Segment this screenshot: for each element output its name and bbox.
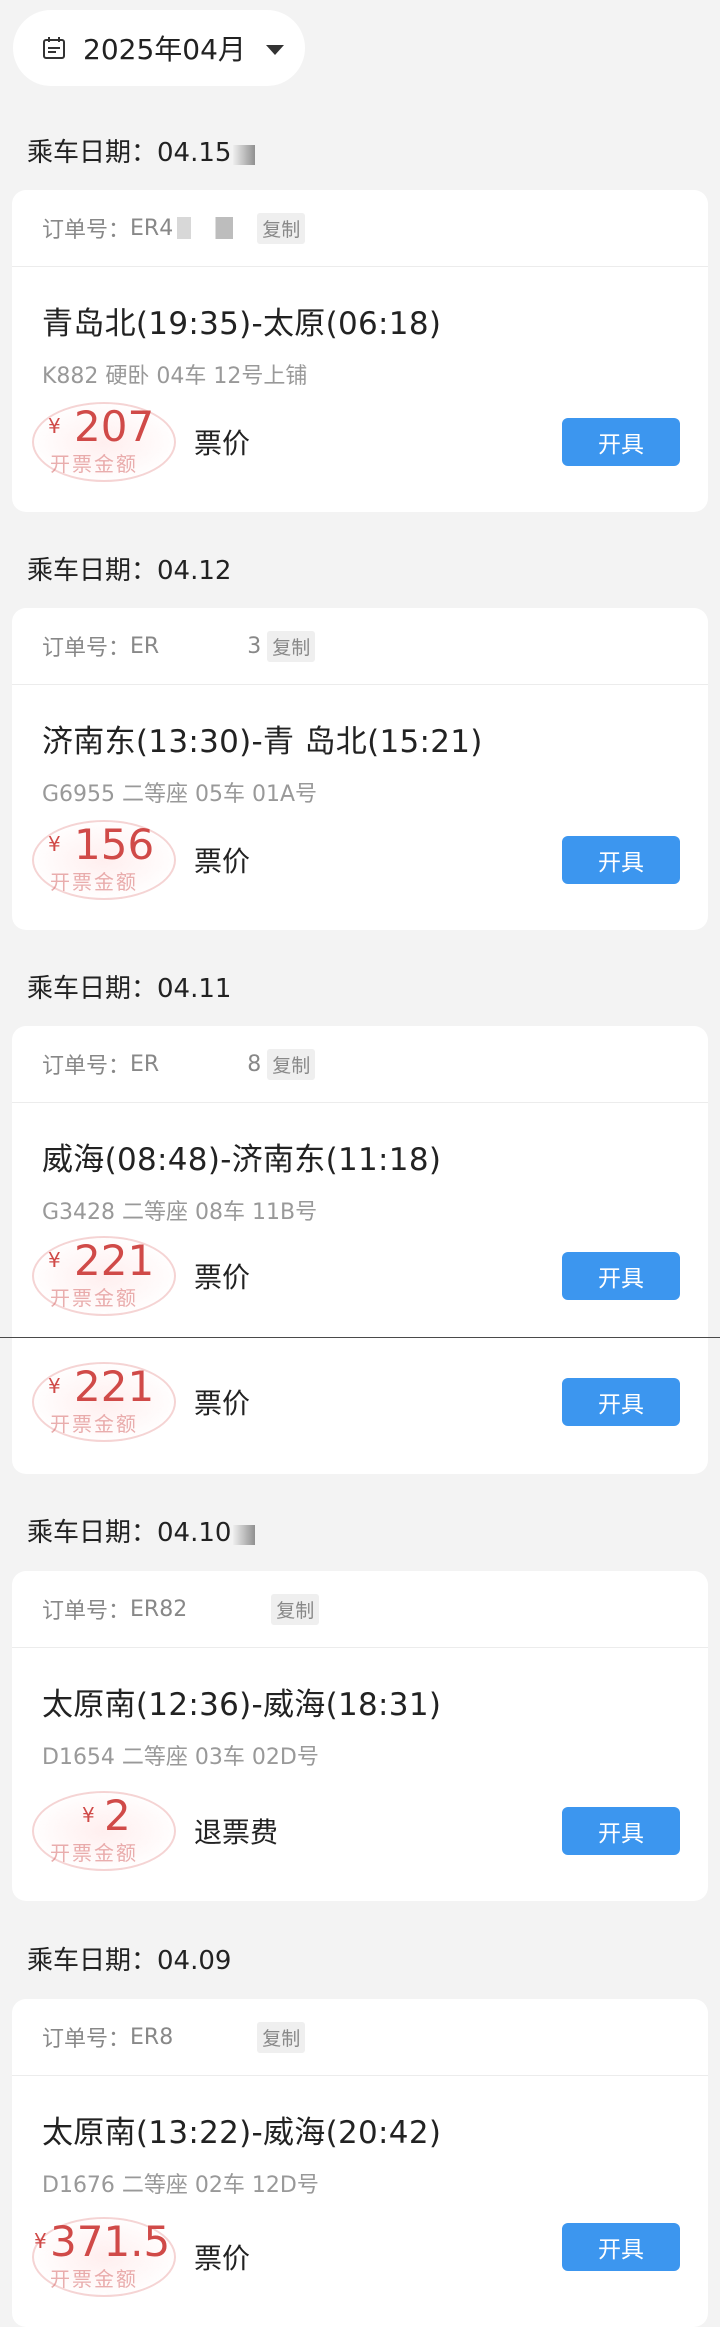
issue-invoice-button[interactable]: 开具	[562, 418, 680, 466]
train-info: K882 硬卧 04车 12号上铺	[42, 364, 308, 389]
train-info: G3428 二等座 08车 11B号	[42, 1200, 318, 1225]
ride-date: 04.10	[157, 1518, 232, 1548]
copy-button[interactable]: 复制	[257, 212, 306, 244]
issue-invoice-button[interactable]: 开具	[562, 1252, 680, 1300]
ticket-card: 订单号： ER82 复制 太原南(12:36)-威海(18:31) D1654 …	[12, 1571, 708, 1901]
invoice-amount: 2	[104, 1791, 131, 1840]
redacted-order-number	[163, 635, 244, 657]
fee-type: 票价	[194, 2242, 251, 2275]
stamp-label: 开票金额	[50, 1841, 138, 1865]
yen-symbol: ¥	[48, 1248, 61, 1272]
ride-date: 04.12	[157, 556, 232, 586]
order-number: ER	[130, 633, 160, 659]
month-picker[interactable]: 2025年04月	[13, 10, 305, 86]
month-label: 2025年04月	[83, 33, 246, 66]
stamp-label: 开票金额	[50, 1412, 138, 1436]
invoice-amount: 221	[74, 1362, 155, 1411]
issue-invoice-button[interactable]: 开具	[562, 836, 680, 884]
invoice-amount: 221	[74, 1236, 155, 1285]
invoice-amount-stamp: ¥ 371.5 开票金额	[32, 2217, 176, 2297]
divider	[0, 1337, 720, 1338]
ticket-card: 订单号： ER 3 复制 济南东(13:30)-青 岛北(15:21) G695…	[12, 608, 708, 930]
route: 青岛北(19:35)-太原(06:18)	[42, 306, 442, 342]
redacted-order-number	[163, 1053, 244, 1075]
invoice-amount: 371.5	[50, 2217, 171, 2266]
yen-symbol: ¥	[34, 2229, 47, 2253]
order-label: 订单号：	[42, 1054, 131, 1079]
invoice-amount-stamp: ¥ 221 开票金额	[32, 1236, 176, 1316]
ticket-card: 订单号： ER 8 复制 威海(08:48)-济南东(11:18) G3428 …	[12, 1026, 708, 1474]
ride-date: 04.15	[157, 138, 232, 168]
copy-button[interactable]: 复制	[267, 1048, 316, 1080]
yen-symbol: ¥	[48, 832, 61, 856]
fee-type: 退票费	[194, 1816, 279, 1849]
fee-type: 票价	[194, 427, 251, 460]
issue-invoice-button[interactable]: 开具	[562, 1807, 680, 1855]
order-label: 订单号：	[42, 636, 131, 661]
ticket-card: 订单号： ER8 复制 太原南(13:22)-威海(20:42) D1676 二…	[12, 1999, 708, 2327]
invoice-amount-stamp: ¥ 156 开票金额	[32, 820, 176, 900]
order-row: 订单号： ER4 复制	[12, 190, 708, 267]
order-row: 订单号： ER8 复制	[12, 1999, 708, 2076]
order-label: 订单号：	[42, 218, 131, 243]
order-number: ER	[130, 1051, 160, 1077]
yen-symbol: ¥	[82, 1803, 95, 1827]
order-label: 订单号：	[42, 1599, 131, 1624]
stamp-label: 开票金额	[50, 1286, 138, 1310]
ride-date-header: 乘车日期：04.12	[27, 556, 232, 586]
order-row: 订单号： ER 8 复制	[12, 1026, 708, 1103]
redacted-order-number	[191, 1598, 262, 1620]
route: 济南东(13:30)-青 岛北(15:21)	[42, 724, 483, 760]
redacted-order-number	[177, 2026, 248, 2048]
copy-button[interactable]: 复制	[267, 630, 316, 662]
yen-symbol: ¥	[48, 1374, 61, 1398]
order-number-tail: 8	[247, 1051, 262, 1077]
stamp-label: 开票金额	[50, 870, 138, 894]
yen-symbol: ¥	[48, 414, 61, 438]
order-row: 订单号： ER82 复制	[12, 1571, 708, 1648]
redacted-order-number	[177, 217, 248, 239]
order-label: 订单号：	[42, 2027, 131, 2052]
ticket-card: 订单号： ER4 复制 青岛北(19:35)-太原(06:18) K882 硬卧…	[12, 190, 708, 512]
train-info: D1676 二等座 02车 12D号	[42, 2173, 319, 2198]
invoice-amount-stamp: ¥ 2 开票金额	[32, 1791, 176, 1871]
invoice-amount-stamp: ¥ 221 开票金额	[32, 1362, 176, 1442]
fee-type: 票价	[194, 845, 251, 878]
fee-type: 票价	[194, 1387, 251, 1420]
ride-date-header: 乘车日期：04.09	[27, 1946, 232, 1976]
invoice-list-page: 2025年04月 乘车日期：04.15 订单号： ER4 复制 青岛北(19:3…	[0, 0, 720, 2327]
copy-button[interactable]: 复制	[271, 1593, 320, 1625]
caret-down-icon	[265, 45, 284, 55]
invoice-amount: 207	[74, 402, 155, 451]
invoice-amount: 156	[74, 820, 155, 869]
train-info: G6955 二等座 05车 01A号	[42, 782, 318, 807]
ride-date-header: 乘车日期：04.10	[27, 1512, 256, 1549]
calendar-icon	[43, 37, 65, 59]
order-number: ER8	[130, 2024, 174, 2050]
ride-date: 04.09	[157, 1946, 232, 1976]
issue-invoice-button[interactable]: 开具	[562, 2223, 680, 2271]
ride-date: 04.11	[157, 974, 232, 1004]
stamp-label: 开票金额	[50, 2267, 138, 2291]
copy-button[interactable]: 复制	[257, 2021, 306, 2053]
route: 太原南(13:22)-威海(20:42)	[42, 2115, 442, 2151]
stamp-label: 开票金额	[50, 452, 138, 476]
order-number: ER82	[130, 1596, 188, 1622]
ride-date-header: 乘车日期：04.11	[27, 974, 232, 1004]
ride-date-header: 乘车日期：04.15	[27, 132, 256, 169]
fee-type: 票价	[194, 1261, 251, 1294]
invoice-amount-stamp: ¥ 207 开票金额	[32, 402, 176, 482]
route: 威海(08:48)-济南东(11:18)	[42, 1142, 442, 1178]
route: 太原南(12:36)-威海(18:31)	[42, 1687, 442, 1723]
train-info: D1654 二等座 03车 02D号	[42, 1745, 319, 1770]
order-number-tail: 3	[247, 633, 262, 659]
order-row: 订单号： ER 3 复制	[12, 608, 708, 685]
issue-invoice-button[interactable]: 开具	[562, 1378, 680, 1426]
order-number: ER4	[130, 215, 174, 241]
